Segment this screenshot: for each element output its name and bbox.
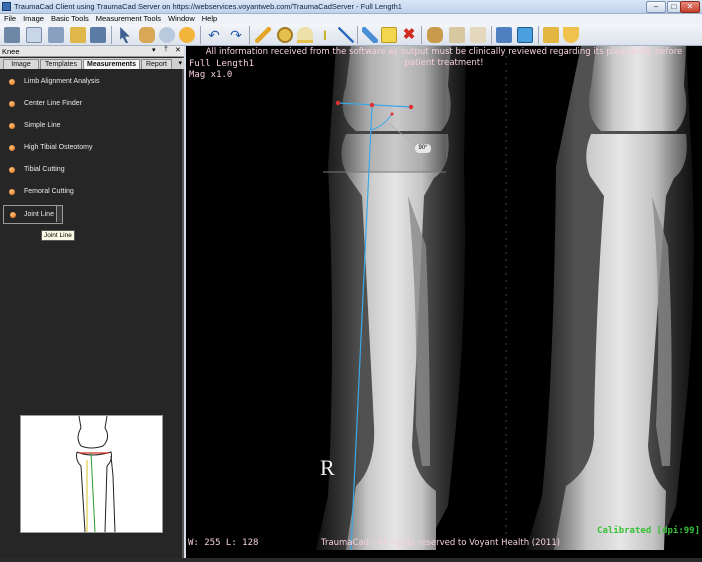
- copyright-text: TraumaCad - All rights reserved to Voyan…: [321, 538, 561, 548]
- minimize-button[interactable]: –: [646, 1, 666, 13]
- menu-image[interactable]: Image: [23, 14, 44, 24]
- title-bar: TraumaCad Client using TraumaCad Server …: [0, 0, 702, 14]
- export-icon[interactable]: [496, 27, 512, 43]
- panel-tabs: Image Templates Measurements Report ▾: [0, 58, 184, 69]
- measure-point[interactable]: [408, 104, 414, 110]
- brightness-icon[interactable]: [179, 27, 195, 43]
- bullet-icon: [9, 145, 15, 151]
- tab-overflow-icon[interactable]: ▾: [178, 59, 182, 67]
- list-item[interactable]: Simple Line: [0, 117, 184, 135]
- panel-title: Knee: [2, 47, 20, 56]
- side-marker: R: [320, 455, 335, 480]
- undo-icon[interactable]: ↶: [206, 27, 222, 43]
- bullet-icon: [10, 212, 16, 218]
- knee-thumbnail: [20, 415, 163, 533]
- angle-label: 90°: [415, 144, 431, 153]
- panel-dropdown-icon[interactable]: ▾: [152, 46, 156, 54]
- tab-image[interactable]: Image: [3, 59, 39, 69]
- tab-report[interactable]: Report: [141, 59, 172, 69]
- list-icon[interactable]: [48, 27, 64, 43]
- tooltip: Joint Line: [41, 230, 75, 241]
- list-item[interactable]: Center Line Finder: [0, 95, 184, 113]
- redo-icon[interactable]: ↷: [228, 27, 244, 43]
- bullet-icon: [9, 79, 15, 85]
- calibration-icon[interactable]: I: [317, 27, 333, 43]
- list-item[interactable]: Limb Alignment Analysis: [0, 73, 184, 91]
- bullet-icon: [9, 101, 15, 107]
- list-item[interactable]: High Tibial Osteotomy: [0, 139, 184, 157]
- menu-basic-tools[interactable]: Basic Tools: [51, 14, 89, 24]
- bullet-icon: [9, 123, 15, 129]
- pin-icon[interactable]: †: [164, 46, 168, 53]
- clinical-warning: All information received from the softwa…: [205, 47, 683, 68]
- tab-templates[interactable]: Templates: [40, 59, 82, 69]
- cup-icon[interactable]: [563, 27, 579, 43]
- image-name: Full Length1: [189, 59, 255, 69]
- template-icon[interactable]: [543, 27, 559, 43]
- toolbar: ↶ ↷ I ✖: [0, 24, 702, 46]
- bullet-icon: [9, 189, 15, 195]
- knee-diagram: [76, 415, 116, 533]
- maximize-button[interactable]: □: [667, 1, 681, 13]
- new-study-icon[interactable]: [26, 27, 42, 43]
- toolbar-separator: [421, 26, 422, 44]
- pan-hand-icon[interactable]: [139, 27, 155, 43]
- left-panel: Knee ▾ † ✕ Image Templates Measurements …: [0, 46, 184, 562]
- list-item[interactable]: Femoral Cutting: [0, 183, 184, 201]
- window-title: TraumaCad Client using TraumaCad Server …: [14, 2, 402, 11]
- app-icon: [2, 2, 11, 11]
- note-icon[interactable]: [381, 27, 397, 43]
- xray-image[interactable]: [186, 46, 702, 550]
- angle-icon[interactable]: [297, 27, 313, 43]
- ruler-icon[interactable]: [255, 27, 271, 43]
- people-icon[interactable]: [427, 27, 443, 43]
- bullet-icon: [9, 167, 15, 173]
- open-folder-icon[interactable]: [4, 27, 20, 43]
- toolbar-separator: [491, 26, 492, 44]
- panel-header: Knee ▾ † ✕: [0, 46, 184, 57]
- item-dropdown-button[interactable]: [56, 206, 62, 222]
- list-item-selected[interactable]: Joint Line: [3, 205, 63, 224]
- save-icon[interactable]: [90, 27, 106, 43]
- close-button[interactable]: ✕: [680, 1, 700, 13]
- bone-icon[interactable]: [470, 27, 486, 43]
- window-level-readout: W: 255 L: 128: [188, 538, 259, 548]
- bottom-strip: [0, 558, 702, 562]
- measure-point[interactable]: [335, 100, 341, 106]
- implant-icon[interactable]: [449, 27, 465, 43]
- toolbar-separator: [249, 26, 250, 44]
- menu-measurement-tools[interactable]: Measurement Tools: [96, 14, 161, 24]
- pen-icon[interactable]: [362, 27, 378, 43]
- measure-point[interactable]: [369, 102, 375, 108]
- pointer-icon[interactable]: [120, 27, 130, 43]
- menu-help[interactable]: Help: [202, 14, 217, 24]
- zoom-icon[interactable]: [70, 27, 86, 43]
- menu-file[interactable]: File: [4, 14, 16, 24]
- toolbar-separator: [538, 26, 539, 44]
- calibration-status: Calibrated [dpi:99]: [597, 526, 700, 536]
- circle-icon[interactable]: [277, 27, 293, 43]
- tab-measurements[interactable]: Measurements: [83, 59, 140, 69]
- magnification-label: Mag x1.0: [189, 70, 233, 80]
- toolbar-separator: [357, 26, 358, 44]
- delete-icon[interactable]: ✖: [401, 27, 417, 43]
- toolbar-separator: [111, 26, 112, 44]
- menu-window[interactable]: Window: [168, 14, 195, 24]
- line-icon[interactable]: [338, 27, 354, 43]
- menu-bar: File Image Basic Tools Measurement Tools Win…: [0, 14, 702, 24]
- toolbar-separator: [200, 26, 201, 44]
- measure-point[interactable]: [390, 112, 394, 116]
- magnifier-icon[interactable]: [159, 27, 175, 43]
- image-viewer[interactable]: All information received from the softwa…: [186, 46, 702, 550]
- list-item[interactable]: Tibial Cutting: [0, 161, 184, 179]
- panel-close-icon[interactable]: ✕: [175, 46, 181, 54]
- layout-icon[interactable]: [517, 27, 533, 43]
